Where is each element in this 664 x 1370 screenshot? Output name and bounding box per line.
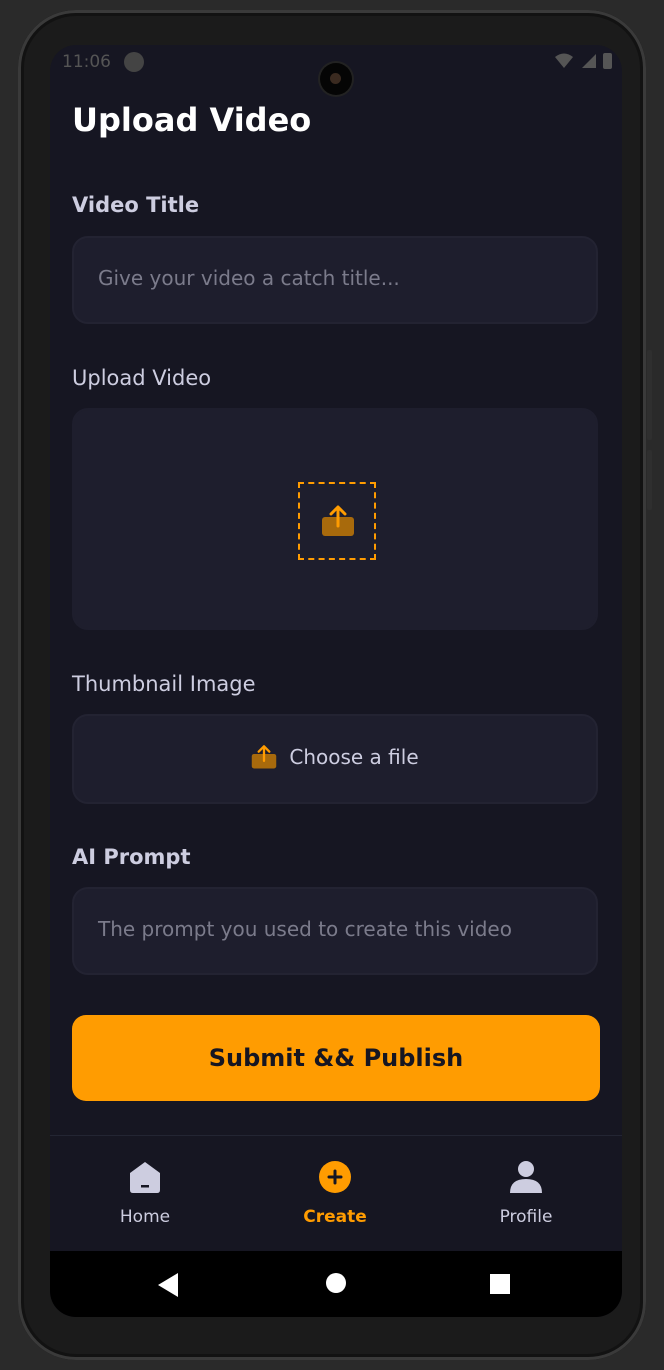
thumbnail-picker[interactable]: Choose a file [72,714,598,804]
back-icon[interactable] [158,1273,180,1297]
battery-icon [603,53,612,69]
home-button-icon[interactable] [326,1273,346,1293]
plus-circle-icon [319,1161,351,1193]
upload-icon [322,505,354,536]
ai-prompt-label: AI Prompt [72,845,191,869]
front-camera [320,63,352,95]
bottom-tab-bar: Home Create Profile [50,1135,622,1252]
page-title: Upload Video [72,101,312,139]
power-button [647,450,652,510]
screen: 11:06 Upload Video Video Title Give your… [50,45,622,1317]
upload-icon [252,745,277,769]
tab-home-label: Home [119,1207,171,1227]
tab-create[interactable]: Create [240,1136,430,1252]
status-bar: 11:06 [50,45,622,95]
volume-button [647,350,652,440]
ai-prompt-placeholder: The prompt you used to create this video [98,917,512,941]
home-icon [130,1162,160,1193]
status-icons [555,53,612,69]
recents-icon[interactable] [490,1274,510,1294]
video-title-label: Video Title [72,193,200,217]
thumbnail-label: Thumbnail Image [72,672,256,696]
choose-file-row: Choose a file [74,744,596,770]
profile-icon [510,1161,542,1193]
video-title-placeholder: Give your video a catch title... [98,266,400,290]
tab-create-label: Create [303,1207,367,1227]
status-time: 11:06 [62,52,111,72]
app-notification-icon [124,52,144,72]
video-upload-area[interactable] [72,408,598,630]
tab-profile-label: Profile [499,1207,553,1227]
tab-home[interactable]: Home [50,1136,240,1252]
upload-dropzone[interactable] [298,482,376,560]
tab-profile[interactable]: Profile [431,1136,621,1252]
video-title-input[interactable]: Give your video a catch title... [72,236,598,324]
wifi-icon [555,53,573,68]
upload-video-label: Upload Video [72,366,212,390]
choose-file-label: Choose a file [289,745,419,769]
system-nav-bar [50,1251,622,1317]
ai-prompt-input[interactable]: The prompt you used to create this video [72,887,598,975]
submit-publish-button[interactable]: Submit && Publish [72,1015,600,1101]
cellular-icon [582,54,596,68]
